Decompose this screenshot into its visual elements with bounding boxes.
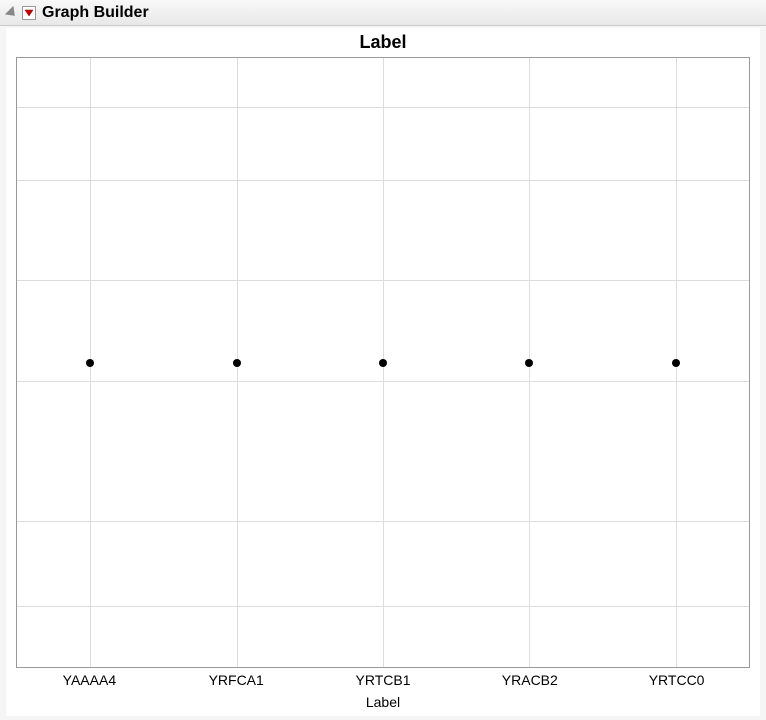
data-point[interactable] xyxy=(86,359,94,367)
chart-container: Label YAAAA4 YRFCA1 YRTCB1 YRACB2 YRTCC0 Lab… xyxy=(6,28,760,716)
data-point[interactable] xyxy=(233,359,241,367)
data-point[interactable] xyxy=(379,359,387,367)
red-triangle-menu-icon[interactable] xyxy=(22,6,36,20)
data-point[interactable] xyxy=(525,359,533,367)
chart-title[interactable]: Label xyxy=(6,28,760,57)
data-point[interactable] xyxy=(672,359,680,367)
plot-wrapper: YAAAA4 YRFCA1 YRTCB1 YRACB2 YRTCC0 Label xyxy=(6,57,760,716)
plot-area[interactable] xyxy=(16,57,750,668)
panel-header: Graph Builder xyxy=(0,0,766,26)
x-tick-label[interactable]: YRTCB1 xyxy=(356,672,411,688)
x-tick-label[interactable]: YRTCC0 xyxy=(649,672,705,688)
x-tick-label[interactable]: YAAAA4 xyxy=(63,672,116,688)
x-tick-label[interactable]: YRFCA1 xyxy=(209,672,264,688)
x-axis-label[interactable]: Label xyxy=(16,692,750,712)
disclosure-triangle-icon[interactable] xyxy=(5,5,19,19)
x-tick-label[interactable]: YRACB2 xyxy=(502,672,558,688)
x-tick-labels: YAAAA4 YRFCA1 YRTCB1 YRACB2 YRTCC0 xyxy=(16,672,750,692)
panel-title: Graph Builder xyxy=(42,4,149,22)
